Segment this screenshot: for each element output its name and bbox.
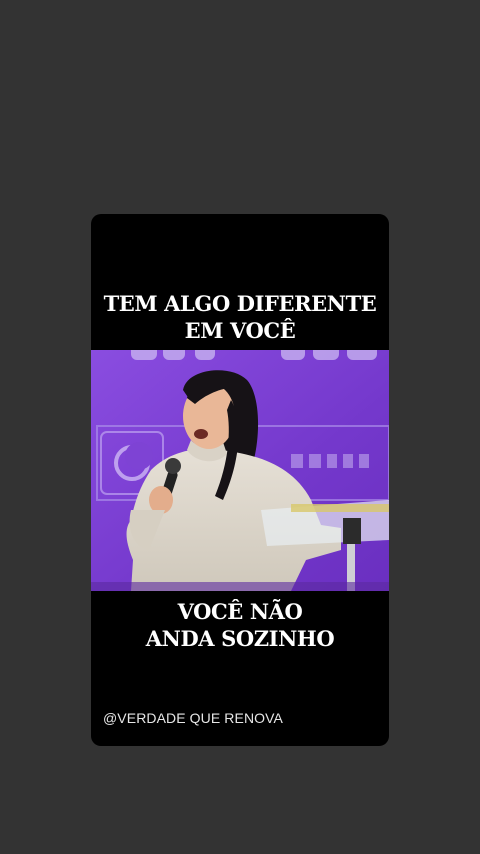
caption-top-line-2: EM VOCÊ (184, 318, 296, 343)
caption-bottom-line-1: VOCÊ NÃO (177, 599, 303, 624)
caption-top: TEM ALGO DIFERENTE EM VOCÊ (91, 290, 389, 344)
caption-top-line-1: TEM ALGO DIFERENTE (103, 291, 377, 316)
speaker-hand (149, 486, 173, 514)
microphone-head-icon (165, 458, 181, 474)
story-card: TEM ALGO DIFERENTE EM VOCÊ VOCÊ NÃO ANDA… (91, 214, 389, 746)
account-handle: @VERDADE QUE RENOVA (103, 710, 283, 726)
caption-bottom-line-2: ANDA SOZINHO (145, 626, 335, 651)
video-frame[interactable] (91, 350, 389, 591)
speaker-scene (91, 350, 389, 591)
caption-bottom: VOCÊ NÃO ANDA SOZINHO (91, 598, 389, 652)
